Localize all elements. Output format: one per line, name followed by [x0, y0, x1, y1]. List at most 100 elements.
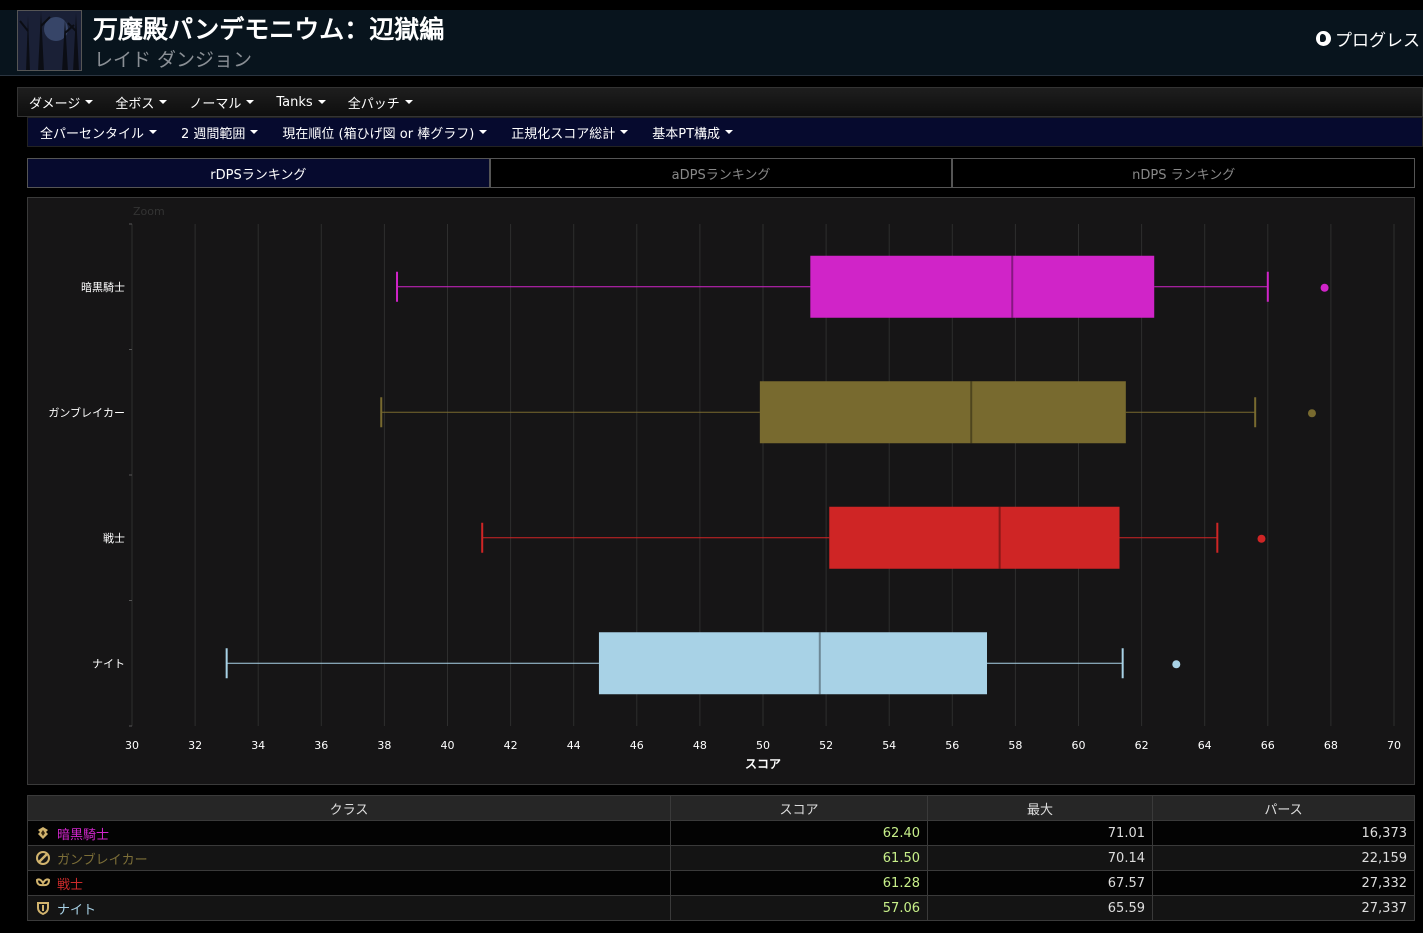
x-tick-label: 46: [630, 739, 644, 752]
table-row[interactable]: 暗黒騎士 62.40 71.01 16,373: [27, 820, 1415, 846]
x-tick-label: 62: [1135, 739, 1149, 752]
filter-composition-dropdown[interactable]: 基本PT構成: [640, 123, 745, 142]
x-tick-label: 38: [377, 739, 391, 752]
table-row[interactable]: 戦士 61.28 67.57 27,332: [27, 870, 1415, 896]
caret-down-icon: [250, 130, 259, 134]
gunbreaker-icon: [36, 851, 50, 865]
x-tick-label: 50: [756, 739, 770, 752]
x-tick-label: 64: [1198, 739, 1212, 752]
boxplot-svg: Zoom 30 32 34 36 38 40 42 44 46 48 50 52 54 56 58 60 62 64…: [48, 205, 1401, 771]
filter-bar-primary: ダメージ 全ボス ノーマル Tanks 全パッチ: [17, 87, 1423, 117]
tab-ndps[interactable]: nDPS ランキング: [952, 158, 1416, 188]
paladin-icon: [36, 901, 50, 916]
class-cell[interactable]: ガンブレイカー: [27, 845, 671, 871]
caret-down-icon: [404, 100, 413, 104]
x-tick-label: 58: [1008, 739, 1022, 752]
tab-adps[interactable]: aDPSランキング: [489, 158, 953, 188]
class-name[interactable]: 戦士: [57, 874, 83, 893]
x-tick-label: 60: [1072, 739, 1086, 752]
box: [810, 255, 1155, 318]
outlier-point: [1307, 409, 1316, 418]
header-max[interactable]: 最大: [927, 795, 1153, 821]
class-cell[interactable]: ナイト: [27, 895, 671, 921]
warrior-icon: [35, 876, 51, 890]
x-tick-label: 44: [567, 739, 581, 752]
class-name[interactable]: 暗黒騎士: [57, 824, 109, 843]
filter-role-dropdown[interactable]: Tanks: [265, 95, 336, 110]
caret-down-icon: [149, 130, 158, 134]
x-axis-label: スコア: [745, 757, 781, 771]
parses-cell: 27,337: [1152, 895, 1415, 921]
zone-header: 万魔殿パンデモニウム：辺獄編 レイド ダンジョン プログレス: [0, 0, 1423, 76]
dark-knight-icon: [36, 826, 50, 840]
y-category-label: 暗黒騎士: [81, 280, 125, 294]
ranking-tabs: rDPSランキング aDPSランキング nDPS ランキング: [27, 158, 1416, 188]
zoom-label: Zoom: [133, 205, 165, 218]
caret-down-icon: [246, 100, 255, 104]
parses-cell: 27,332: [1152, 870, 1415, 896]
filter-percentile-dropdown[interactable]: 全パーセンタイル: [28, 123, 169, 142]
x-tick-label: 66: [1261, 739, 1275, 752]
max-cell: 71.01: [927, 820, 1153, 846]
filter-difficulty-dropdown[interactable]: ノーマル: [178, 93, 265, 112]
filter-view-dropdown[interactable]: 現在順位 (箱ひげ図 or 棒グラフ): [270, 123, 499, 142]
score-cell: 57.06: [670, 895, 928, 921]
boxplot-chart: Zoom 30 32 34 36 38 40 42 44 46 48 50 52 54 56 58 60 62 64…: [27, 197, 1415, 785]
caret-down-icon: [85, 100, 94, 104]
max-cell: 67.57: [927, 870, 1153, 896]
tab-rdps[interactable]: rDPSランキング: [27, 158, 490, 188]
filter-boss-dropdown[interactable]: 全ボス: [104, 93, 178, 112]
y-category-label: ガンブレイカー: [48, 405, 125, 419]
max-cell: 70.14: [927, 845, 1153, 871]
parses-cell: 16,373: [1152, 820, 1415, 846]
filter-bar-secondary: 全パーセンタイル 2 週間範囲 現在順位 (箱ひげ図 or 棒グラフ) 正規化ス…: [27, 117, 1423, 147]
filter-range-dropdown[interactable]: 2 週間範囲: [169, 123, 270, 142]
caret-down-icon: [725, 130, 734, 134]
x-tick-label: 42: [504, 739, 518, 752]
filter-metric-dropdown[interactable]: ダメージ: [18, 93, 104, 112]
max-cell: 65.59: [927, 895, 1153, 921]
caret-down-icon: [479, 130, 488, 134]
x-tick-label: 32: [188, 739, 202, 752]
filter-score-dropdown[interactable]: 正規化スコア総計: [499, 123, 640, 142]
y-category-label: 戦士: [103, 532, 125, 545]
class-name[interactable]: ガンブレイカー: [57, 849, 148, 868]
header-class[interactable]: クラス: [27, 795, 671, 821]
caret-down-icon: [620, 130, 629, 134]
box: [759, 381, 1126, 444]
x-tick-label: 54: [882, 739, 896, 752]
caret-down-icon: [159, 100, 168, 104]
box: [829, 506, 1120, 569]
x-tick-label: 30: [125, 739, 139, 752]
class-cell[interactable]: 戦士: [27, 870, 671, 896]
table-row[interactable]: ナイト 57.06 65.59 27,337: [27, 895, 1415, 921]
class-cell[interactable]: 暗黒騎士: [27, 820, 671, 846]
filter-patch-dropdown[interactable]: 全パッチ: [337, 93, 424, 112]
score-cell: 61.28: [670, 870, 928, 896]
y-category-label: ナイト: [92, 657, 125, 670]
x-tick-label: 48: [693, 739, 707, 752]
outlier-point: [1320, 283, 1329, 292]
outlier-point: [1257, 534, 1266, 543]
header-score[interactable]: スコア: [670, 795, 928, 821]
x-tick-label: 68: [1324, 739, 1338, 752]
progress-link-label: プログレス: [1335, 31, 1420, 51]
x-tick-label: 70: [1387, 739, 1401, 752]
x-tick-label: 56: [945, 739, 959, 752]
header-parses[interactable]: パース: [1152, 795, 1415, 821]
zone-title: 万魔殿パンデモニウム：辺獄編: [93, 15, 445, 44]
parses-cell: 22,159: [1152, 845, 1415, 871]
x-tick-label: 52: [819, 739, 833, 752]
score-cell: 61.50: [670, 845, 928, 871]
class-stats-table: クラス スコア 最大 パース 暗黒騎士 62.40 71.01 16,373 ガンブレイ…: [27, 795, 1415, 921]
class-name[interactable]: ナイト: [57, 899, 96, 918]
globe-icon: [1316, 31, 1331, 46]
progress-link[interactable]: プログレス: [1316, 26, 1420, 51]
x-tick-label: 34: [251, 739, 265, 752]
table-header-row: クラス スコア 最大 パース: [27, 795, 1415, 821]
outlier-point: [1172, 660, 1181, 669]
table-row[interactable]: ガンブレイカー 61.50 70.14 22,159: [27, 845, 1415, 871]
x-tick-label: 40: [441, 739, 455, 752]
box: [598, 632, 988, 695]
zone-subtitle: レイド ダンジョン: [94, 49, 253, 71]
